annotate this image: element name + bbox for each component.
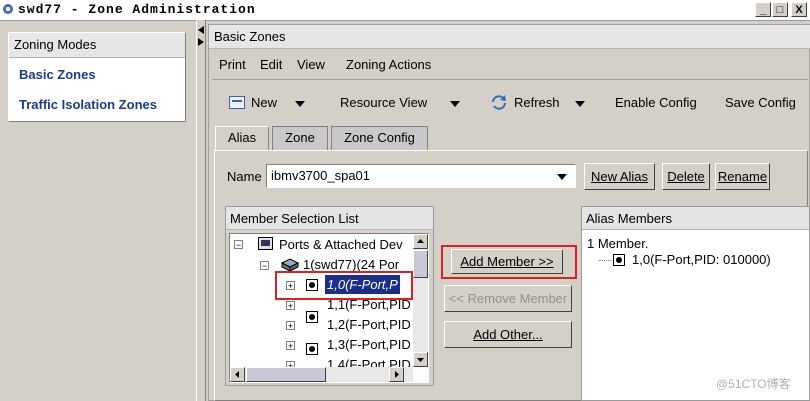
new-alias-button[interactable]: New Alias	[584, 163, 655, 190]
save-config-button[interactable]: Save Config	[725, 95, 796, 110]
resource-view-dropdown-icon[interactable]	[450, 101, 460, 107]
enable-config-button[interactable]: Enable Config	[615, 95, 697, 110]
port-icon	[613, 254, 625, 266]
tree-port[interactable]: 1,3(F-Port,PID	[327, 335, 411, 354]
name-label: Name	[227, 169, 262, 184]
collapse-left-icon[interactable]	[198, 26, 204, 34]
scroll-right-icon	[395, 371, 399, 378]
vertical-scroll-thumb[interactable]	[413, 250, 428, 278]
horizontal-scroll-thumb[interactable]	[246, 367, 326, 382]
scroll-right-button[interactable]	[389, 367, 404, 382]
refresh-icon	[492, 95, 506, 110]
alias-members-count: 1 Member.	[587, 236, 649, 251]
nav-traffic-isolation-zones[interactable]: Traffic Isolation Zones	[19, 97, 157, 112]
name-select[interactable]: ibmv3700_spa01	[266, 164, 576, 188]
switch-icon	[280, 258, 300, 271]
window-title: swd77 - Zone Administration	[18, 2, 256, 17]
expand-right-icon[interactable]	[198, 38, 204, 46]
add-other-button[interactable]: Add Other...	[444, 321, 572, 348]
zoning-modes-panel: Zoning Modes Basic Zones Traffic Isolati…	[8, 32, 186, 122]
maximize-button[interactable]: □	[772, 2, 788, 17]
name-select-arrow-icon[interactable]	[557, 174, 567, 180]
refresh-dropdown-icon[interactable]	[575, 101, 585, 107]
new-dropdown-icon[interactable]	[295, 101, 305, 107]
root-collapse-icon[interactable]: −	[234, 240, 243, 250]
member-tree: − Ports & Attached Dev − 1(swd77)(24 Por…	[229, 233, 429, 383]
switch-collapse-icon[interactable]: −	[260, 261, 269, 271]
menu-view[interactable]: View	[297, 57, 325, 72]
alias-member-item[interactable]: 1,0(F-Port,PID: 010000)	[632, 252, 771, 267]
watermark: @51CTO博客	[716, 377, 791, 391]
port-icon	[306, 343, 318, 355]
port-expand-icon[interactable]: +	[286, 321, 295, 331]
scroll-left-icon	[235, 371, 239, 378]
tree-root-label[interactable]: Ports & Attached Dev	[279, 235, 403, 254]
member-selection-title: Member Selection List	[226, 207, 433, 230]
menu-print[interactable]: Print	[219, 57, 246, 72]
remove-member-button[interactable]: << Remove Member	[444, 285, 572, 312]
scroll-left-button[interactable]	[230, 367, 245, 382]
rename-button[interactable]: Rename	[715, 163, 770, 190]
new-icon	[229, 96, 245, 109]
nav-basic-zones[interactable]: Basic Zones	[19, 67, 96, 82]
tree-port[interactable]: 1,2(F-Port,PID	[327, 315, 411, 334]
minimize-button[interactable]: _	[755, 2, 771, 17]
scroll-up-button[interactable]	[413, 234, 428, 249]
scroll-down-icon	[417, 358, 424, 362]
vertical-scrollbar[interactable]	[413, 234, 428, 367]
scroll-down-button[interactable]	[413, 352, 428, 367]
horizontal-scrollbar[interactable]	[230, 367, 413, 382]
refresh-button[interactable]: Refresh	[514, 95, 560, 110]
basic-zones-header: Basic Zones	[209, 25, 810, 49]
tab-alias[interactable]: Alias	[215, 126, 269, 151]
alias-members-panel: Alias Members 1 Member. 1,0(F-Port,PID: …	[581, 206, 810, 401]
splitter[interactable]	[196, 20, 206, 401]
add-member-button[interactable]: Add Member >>	[451, 249, 563, 274]
fabric-icon	[258, 237, 273, 250]
menu-divider	[212, 79, 808, 80]
port-expand-icon[interactable]: +	[286, 341, 295, 351]
close-button[interactable]: X	[791, 2, 807, 17]
selected-port-highlight	[275, 271, 413, 300]
zoning-modes-header: Zoning Modes	[9, 33, 185, 58]
new-button[interactable]: New	[251, 95, 277, 110]
port-expand-icon[interactable]: +	[286, 301, 295, 311]
app-icon	[3, 4, 13, 14]
delete-button[interactable]: Delete	[662, 163, 710, 190]
tree-connector	[599, 260, 611, 261]
menu-zoning-actions[interactable]: Zoning Actions	[346, 57, 431, 72]
tab-zone-config[interactable]: Zone Config	[331, 126, 428, 150]
menu-edit[interactable]: Edit	[260, 57, 282, 72]
title-bar: swd77 - Zone Administration _ □ X	[0, 0, 810, 21]
alias-members-title: Alias Members	[582, 207, 809, 230]
port-icon	[306, 311, 318, 323]
scroll-up-icon	[417, 239, 424, 243]
resource-view-button[interactable]: Resource View	[340, 95, 427, 110]
name-select-value: ibmv3700_spa01	[271, 168, 371, 183]
tab-zone[interactable]: Zone	[272, 126, 328, 150]
